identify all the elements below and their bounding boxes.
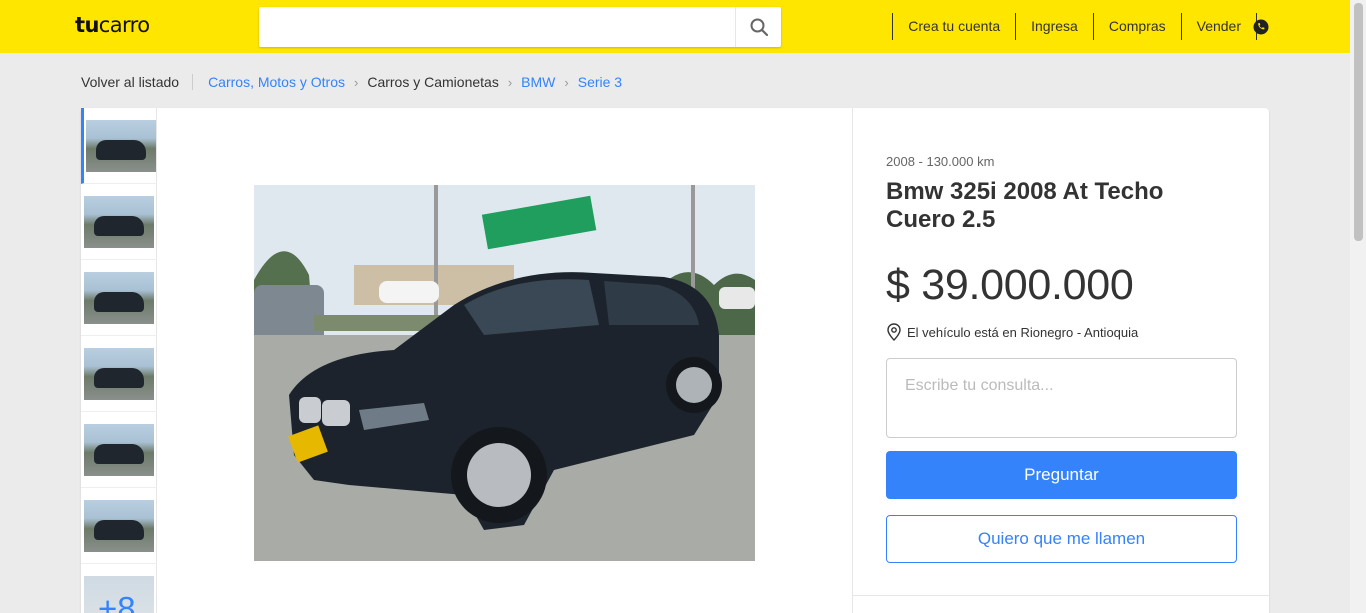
- header-nav: Crea tu cuenta Ingresa Compras Vender: [892, 13, 1257, 40]
- back-to-listing-link[interactable]: Volver al listado: [81, 74, 194, 90]
- thumbnail-3[interactable]: [81, 260, 157, 336]
- breadcrumb-item-carros-motos[interactable]: Carros, Motos y Otros: [208, 74, 345, 90]
- thumbnail-more[interactable]: +8: [81, 564, 157, 613]
- location-text: El vehículo está en Rionegro - Antioquia: [907, 324, 1139, 340]
- thumbnail-image: [85, 119, 156, 172]
- breadcrumb-item-bmw[interactable]: BMW: [521, 74, 555, 90]
- phone-icon[interactable]: [1253, 19, 1269, 35]
- car-shape: [94, 367, 144, 388]
- chevron-right-icon: ›: [353, 74, 359, 90]
- car-shape: [94, 291, 144, 312]
- thumbnail-image: [84, 423, 154, 476]
- car-photo-illustration: [254, 185, 755, 561]
- listing-title: Bmw 325i 2008 At Techo Cuero 2.5: [886, 178, 1164, 233]
- listing-price: $ 39.000.000: [886, 261, 1134, 309]
- request-call-button[interactable]: Quiero que me llamen: [886, 515, 1237, 563]
- car-shape: [95, 139, 146, 160]
- vehicle-location: El vehículo está en Rionegro - Antioquia: [886, 323, 1138, 341]
- chevron-right-icon: ›: [564, 74, 569, 90]
- car-shape: [94, 215, 144, 236]
- main-photo[interactable]: [254, 185, 755, 561]
- page-scrollbar[interactable]: [1350, 0, 1366, 613]
- search-button[interactable]: [735, 7, 781, 47]
- thumbnail-image: [84, 271, 154, 324]
- year-mileage: 2008 - 130.000 km: [886, 154, 995, 169]
- search-icon: [750, 18, 768, 36]
- thumbnail-1[interactable]: [81, 108, 157, 184]
- thumbnail-image: [84, 347, 154, 400]
- thumbnail-6[interactable]: [81, 488, 157, 564]
- breadcrumb-item-carros-camionetas[interactable]: Carros y Camionetas: [367, 74, 499, 90]
- logo-bold: tu: [75, 13, 99, 37]
- listing-details: 2008 - 130.000 km Bmw 325i 2008 At Techo…: [852, 108, 1270, 613]
- listing-card: +8 2008 - 130.000 km Bmw 325i 2008 At Te…: [81, 108, 1270, 613]
- thumbnail-5[interactable]: [81, 412, 157, 488]
- scrollbar-thumb[interactable]: [1354, 3, 1363, 241]
- divider: [853, 595, 1270, 596]
- question-input[interactable]: [886, 358, 1237, 438]
- thumbnail-4[interactable]: [81, 336, 157, 412]
- chevron-right-icon: ›: [507, 74, 513, 90]
- breadcrumb-item-serie-3[interactable]: Serie 3: [578, 74, 622, 90]
- nav-create-account[interactable]: Crea tu cuenta: [892, 13, 1015, 40]
- search-input[interactable]: [259, 7, 735, 47]
- thumbnail-image: [84, 499, 154, 552]
- top-header: tucarro Crea tu cuenta Ingresa Compras V…: [0, 0, 1350, 53]
- nav-login[interactable]: Ingresa: [1015, 13, 1093, 40]
- nav-sell[interactable]: Vender: [1180, 13, 1257, 40]
- thumbnail-image: +8: [84, 575, 154, 613]
- nav-purchases[interactable]: Compras: [1092, 13, 1181, 40]
- search-bar: [259, 7, 781, 47]
- ask-button[interactable]: Preguntar: [886, 451, 1237, 499]
- thumbnail-image: [84, 195, 154, 248]
- breadcrumb: Volver al listado Carros, Motos y Otros …: [81, 73, 622, 91]
- car-shape: [94, 443, 144, 464]
- logo-light: carro: [98, 13, 150, 37]
- car-shape: [94, 519, 144, 540]
- location-pin-icon: [887, 323, 901, 341]
- thumbnail-strip: +8: [81, 108, 157, 613]
- more-photos-count: +8: [98, 589, 136, 613]
- thumbnail-2[interactable]: [81, 184, 157, 260]
- tucarro-logo[interactable]: tucarro: [75, 13, 150, 37]
